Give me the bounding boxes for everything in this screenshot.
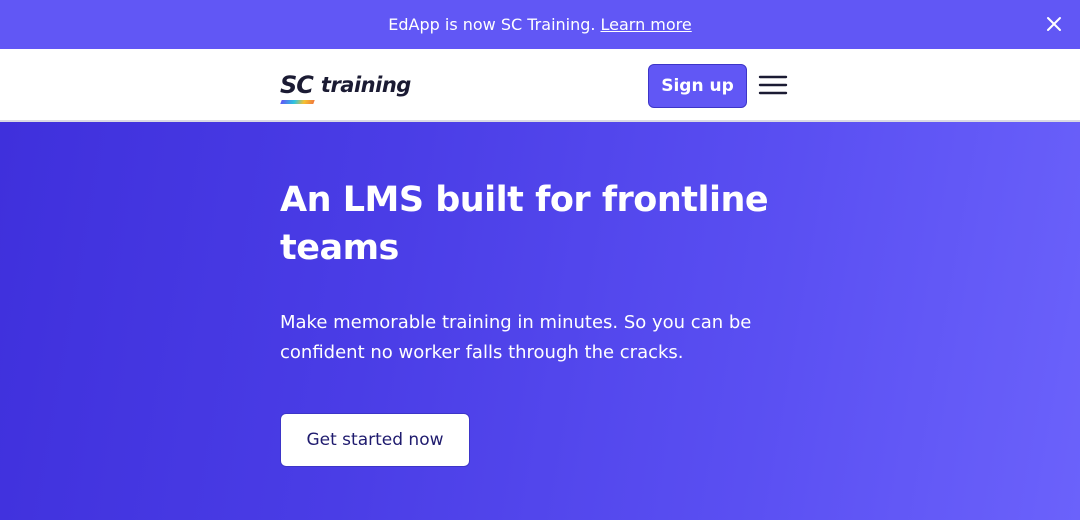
hero-subtitle: Make memorable training in minutes. So y…	[280, 312, 752, 363]
hero-section: An LMS built for frontline teams Make me…	[0, 122, 1080, 520]
get-started-button[interactable]: Get started now	[280, 413, 470, 467]
top-navbar: SC training Sign up	[0, 49, 1080, 122]
close-icon[interactable]	[1044, 14, 1064, 34]
announcement-bar: EdApp is now SC Training. Learn more	[0, 0, 1080, 49]
logo-color-stripe	[280, 100, 315, 104]
learn-more-link[interactable]: Learn more	[600, 15, 691, 34]
announcement-message: EdApp is now SC Training.	[388, 15, 596, 34]
hero-title: An LMS built for frontline teams	[280, 180, 769, 268]
sign-up-button[interactable]: Sign up	[648, 64, 747, 108]
sc-training-logo[interactable]: SC training	[280, 69, 411, 104]
logo-mark: SC	[280, 71, 314, 99]
hamburger-menu-icon[interactable]	[758, 73, 788, 97]
logo-wordmark: training	[320, 73, 411, 97]
